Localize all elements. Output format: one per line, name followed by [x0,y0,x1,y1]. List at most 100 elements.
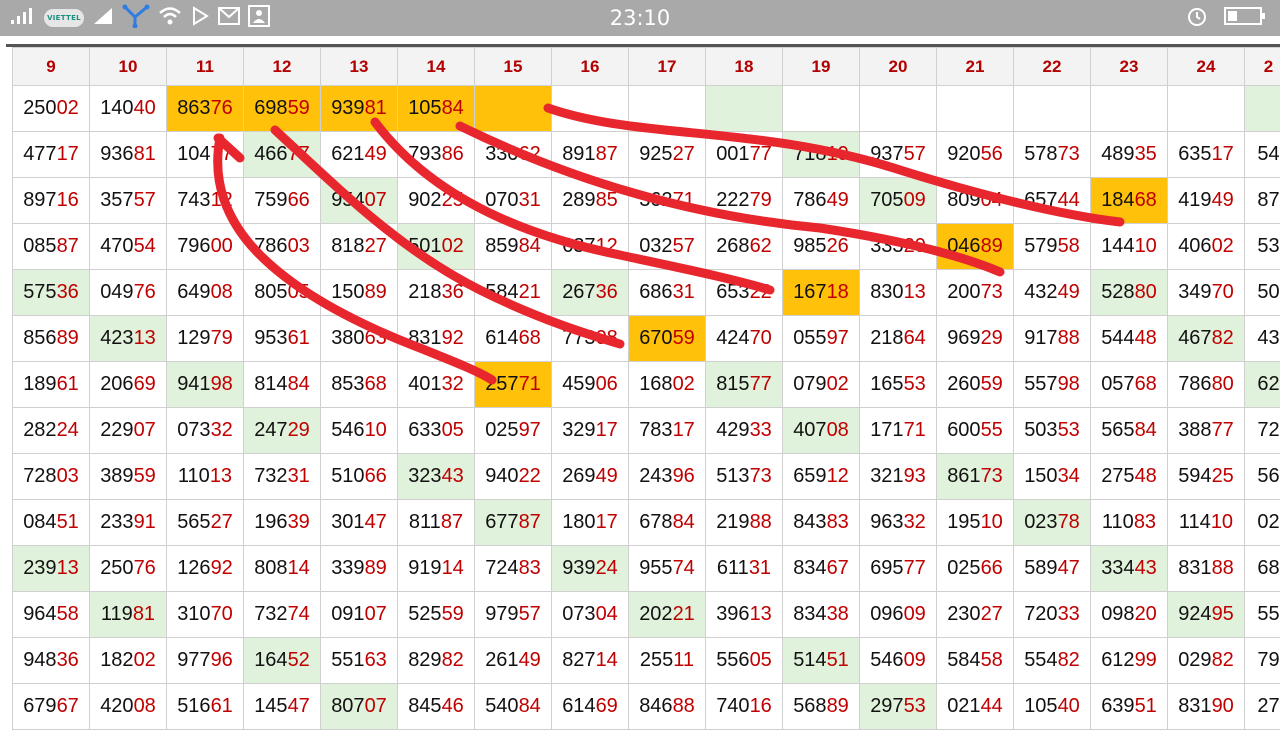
cell-digits-tail: 12 [827,465,849,487]
cell-digits-tail: 22 [519,465,541,487]
cell-digits-head: 513 [716,465,749,487]
cell-digits-head: 805 [254,281,287,303]
table-cell: 78317 [629,408,706,454]
cell-digits-tail: 09 [904,649,926,671]
cell-digits-tail: 35 [1135,143,1157,165]
table-cell: 02144 [937,684,1014,730]
table-cell: 67967 [13,684,90,730]
cell-digits-head: 110 [1102,511,1134,533]
table-cell: 95361 [244,316,321,362]
cell-digits-head: 635 [1178,143,1211,165]
cell-digits-tail: 36 [57,649,79,671]
cell-digits-head: 575 [23,281,56,303]
cell-digits-head: 554 [1024,649,1057,671]
cell-digits-head: 540 [485,695,518,717]
table-cell: 95574 [629,546,706,592]
table-cell: 57873 [1014,132,1091,178]
cell-digits-tail: 77 [1212,419,1234,441]
cell-digits-tail: 57 [673,235,695,257]
table-cell: 65912 [783,454,860,500]
table-cell: 40132 [398,362,475,408]
cell-digits-head: 057 [1101,373,1134,395]
cell-digits-tail: 07 [365,603,387,625]
cell-digits-tail: 89 [981,235,1003,257]
cell-digits-head: 301 [331,511,364,533]
table-cell: 26059 [937,362,1014,408]
table-row: 8568942313129799536138063831926146877308… [13,316,1280,362]
table-cell: 26736 [552,270,629,316]
status-bar-right [1186,4,1266,32]
cell-digits-tail: 49 [596,465,618,487]
cell-digits-tail: 81 [133,603,155,625]
cell-digits-head: 510 [331,465,364,487]
table-cell: 18202 [90,638,167,684]
cell-digits-head: 940 [485,465,518,487]
table-cell: 51373 [706,454,783,500]
cell-digits-tail: 57 [134,189,156,211]
table-cell: 29753 [860,684,937,730]
table-cell: 02597 [475,408,552,454]
cell-digits-head: 677 [485,511,518,533]
cell-digits-head: 724 [485,557,518,579]
table-cell: 93681 [90,132,167,178]
cell-digits-tail: 98 [211,373,233,395]
cell-digits-head: 556 [716,649,749,671]
cell-digits-head: 544 [1101,327,1134,349]
table-cell: 61469 [552,684,629,730]
cell-digits-tail: 68 [1135,189,1157,211]
cell-digits-head: 189 [23,373,56,395]
table-cell: 16718 [783,270,860,316]
table-cell: 91788 [1014,316,1091,362]
table-cell: 93981 [321,86,398,132]
cell-digits-tail: 96 [673,465,695,487]
table-row: 9483618202977961645255163829822614982714… [13,638,1280,684]
cell-digits-tail: 85 [596,189,618,211]
cell-digits-tail: 43 [1135,557,1157,579]
cell-digits-tail: 62 [519,143,541,165]
table-cell: 33443 [1091,546,1168,592]
table-cell: 85368 [321,362,398,408]
cell-digits-tail: 21 [519,281,541,303]
table-cell: 25771 [475,362,552,408]
cell-digits-head: 219 [716,511,749,533]
cell-digits-head: 334 [1101,557,1134,579]
table-cell: 52559 [398,592,475,638]
cell-digits-head: 831 [408,327,441,349]
cell-digits-tail: 59 [288,97,310,119]
cell-digits-tail: 52 [288,649,310,671]
table-row: 9645811981310707327409107525599795707304… [13,592,1280,638]
cell-digits-tail: 56 [981,143,1003,165]
table-cell: 02982 [1168,638,1245,684]
cell-digits-head: 679 [23,695,56,717]
cell-digits-head: 046 [947,235,980,257]
cell-digits-head: 250 [23,97,56,119]
cell-digits-head: 073 [562,603,595,625]
cell-digits-head: 321 [870,465,903,487]
table-cell: 83188 [1168,546,1245,592]
cell-digits-tail: 18 [827,281,849,303]
table-cell: 57536 [13,270,90,316]
table-cell: 45906 [552,362,629,408]
cell-digits-head: 856 [23,327,56,349]
alarm-icon [1186,5,1208,31]
cell-digits-tail: 89 [365,557,387,579]
cell-digits-tail: 07 [134,419,156,441]
cell-digits-tail: 14 [442,557,464,579]
cell-digits-tail: 68 [519,327,541,349]
cell-digits-head: 831 [1178,695,1211,717]
cell-digits-head: 845 [408,695,441,717]
column-header: 11 [167,48,244,86]
cell-digits-tail: 49 [365,143,387,165]
table-cell: 28224 [13,408,90,454]
table-cell: 10584 [398,86,475,132]
table-cell: 65322 [706,270,783,316]
table-cell: 79386 [398,132,475,178]
cell-digits-tail: 07 [365,189,387,211]
table-cell: 72803 [13,454,90,500]
cell-digits-head: 339 [331,557,364,579]
cell-digits-head: 611 [717,557,749,579]
cell-digits-tail: 40 [134,97,156,119]
table-cell: 26862 [706,224,783,270]
cell-digits-tail: 51 [57,511,79,533]
table-cell: 11410 [1168,500,1245,546]
